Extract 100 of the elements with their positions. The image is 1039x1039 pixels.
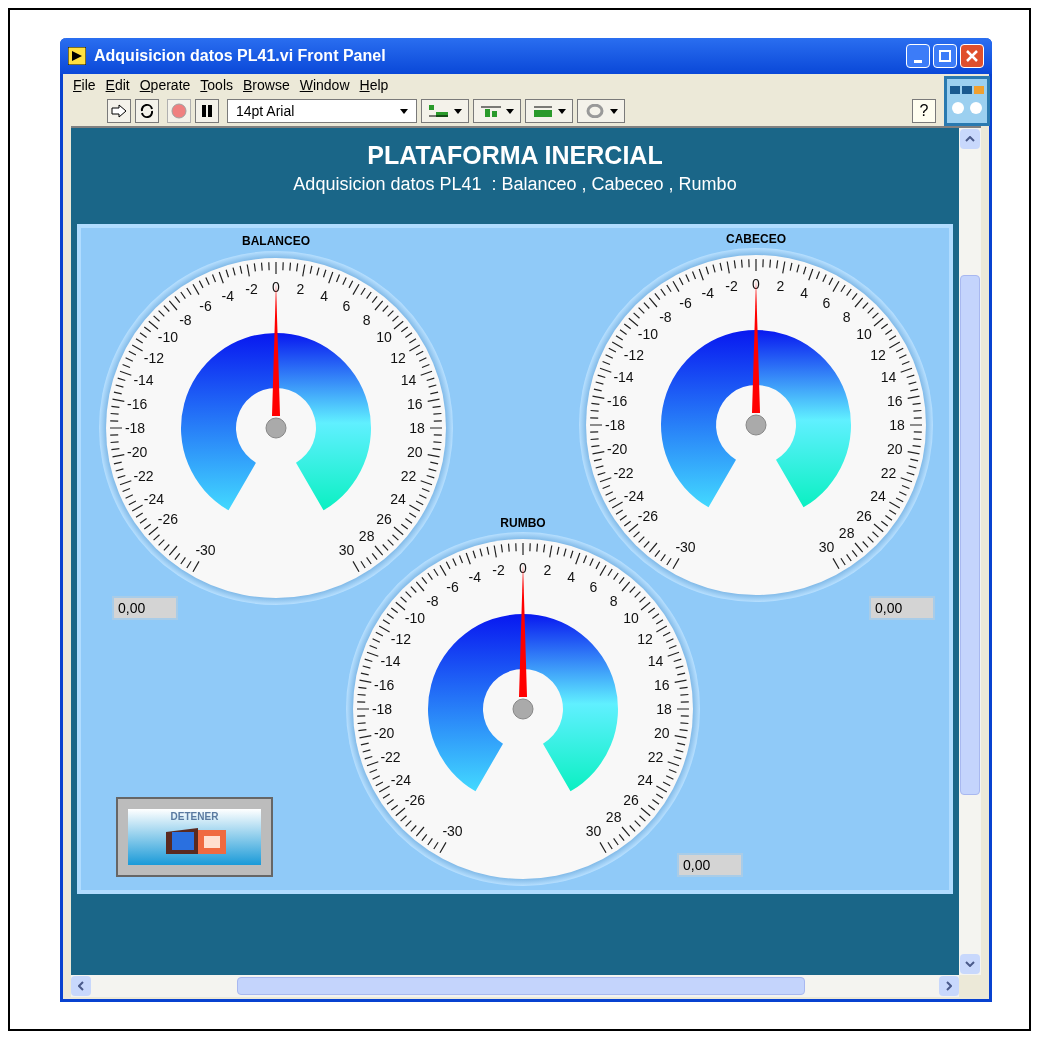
scroll-thumb[interactable] (237, 977, 805, 995)
caret-icon (454, 108, 462, 114)
scale-label: 0 (752, 276, 760, 292)
reorder-button[interactable] (577, 99, 625, 123)
scale-label: 22 (400, 468, 417, 485)
scale-label: -4 (701, 284, 714, 301)
panel-subtitle: Adquisicion datos PL41 : Balanceo , Cabeceo , Rumbo (293, 173, 737, 197)
caret-icon (610, 108, 618, 114)
scale-label: -14 (380, 652, 401, 669)
scale-label: -18 (124, 420, 146, 436)
run-continuously-button[interactable] (135, 99, 159, 123)
scale-label: -16 (127, 395, 148, 412)
scroll-thumb[interactable] (960, 275, 980, 795)
scale-label: -2 (492, 562, 505, 579)
arrow-icon (111, 104, 127, 118)
numeric-display[interactable]: 0,00 (112, 596, 178, 620)
panel-title: PLATAFORMA INERCIAL (367, 140, 663, 171)
scale-label: 12 (870, 346, 886, 363)
gauge-label: RUMBO (500, 516, 546, 530)
minimize-button[interactable] (906, 44, 930, 68)
scale-label: -14 (613, 368, 634, 385)
close-button[interactable] (960, 44, 984, 68)
stop-button[interactable]: DETENER (116, 797, 273, 877)
scale-label: 22 (880, 465, 897, 482)
scale-label: -8 (426, 593, 439, 609)
scale-label: -4 (221, 287, 234, 304)
scale-label: -26 (404, 791, 426, 808)
scale-label: 16 (407, 395, 423, 412)
vertical-scrollbar[interactable] (959, 128, 981, 975)
scale-label: -10 (637, 326, 659, 343)
scale-label: -30 (442, 823, 463, 840)
scale-label: 24 (390, 490, 406, 507)
scale-label: 2 (296, 281, 305, 298)
scale-label: -26 (637, 507, 659, 524)
scale-label: -20 (127, 444, 148, 461)
scale-label: 0 (519, 560, 527, 576)
scale-label: 24 (870, 487, 886, 504)
scale-label: 28 (838, 525, 855, 541)
scale-label: 28 (605, 809, 622, 825)
resize-objects-button[interactable] (525, 99, 573, 123)
scale-label: 26 (623, 791, 639, 808)
scale-label: -8 (659, 309, 672, 325)
scale-label: -10 (404, 610, 426, 627)
pause-icon (201, 105, 213, 117)
help-button[interactable]: ? (912, 99, 936, 123)
numeric-display[interactable]: 0,00 (677, 853, 743, 877)
scale-label: -30 (195, 542, 216, 559)
menu-item[interactable]: Help (359, 74, 389, 96)
scale-label: 10 (856, 326, 872, 343)
scale-label: 6 (342, 297, 351, 314)
scale-label: 18 (409, 420, 425, 436)
distribute-icon (480, 104, 502, 118)
scale-label: 20 (887, 441, 903, 458)
scale-label: 6 (822, 294, 831, 311)
scale-label: -22 (380, 749, 401, 766)
menu-item[interactable]: File (73, 74, 96, 96)
menu-item[interactable]: Window (299, 74, 350, 96)
scale-label: -22 (613, 465, 634, 482)
caret-icon (558, 108, 566, 114)
scale-label: 2 (543, 562, 552, 579)
scale-label: 8 (842, 309, 851, 325)
needle-pivot (265, 417, 287, 439)
menu-item[interactable]: Operate (139, 74, 191, 96)
gauge-label: BALANCEO (242, 234, 310, 248)
align-objects-button[interactable] (421, 99, 469, 123)
vi-icon (944, 76, 990, 126)
scale-label: -18 (371, 701, 393, 717)
scale-label: -2 (725, 278, 738, 295)
scale-label: 8 (609, 593, 618, 609)
scale-label: 30 (338, 542, 355, 559)
scale-label: -12 (143, 349, 164, 366)
maximize-button[interactable] (933, 44, 957, 68)
menu-item[interactable]: Tools (200, 74, 233, 96)
scale-label: 20 (407, 444, 423, 461)
caret-icon (400, 108, 408, 114)
distribute-objects-button[interactable] (473, 99, 521, 123)
scale-label: -2 (245, 281, 258, 298)
menu-item[interactable]: Edit (105, 74, 130, 96)
numeric-display[interactable]: 0,00 (869, 596, 935, 620)
scale-label: -6 (199, 297, 212, 314)
scale-label: 6 (589, 578, 598, 595)
scale-label: 28 (358, 528, 375, 544)
scale-label: 18 (656, 701, 672, 717)
menu-item[interactable]: Browse (243, 74, 290, 96)
run-button[interactable] (107, 99, 131, 123)
stop-label: DETENER (170, 810, 219, 824)
scale-label: 14 (880, 368, 897, 385)
font-dropdown[interactable]: 14pt Arial (227, 99, 417, 123)
scale-label: 14 (400, 371, 417, 388)
scale-label: -18 (604, 417, 626, 433)
scale-label: -30 (675, 539, 696, 556)
scale-label: 4 (800, 284, 809, 301)
window-title: Adquisicion datos PL41.vi Front Panel (94, 46, 386, 66)
scale-label: 22 (647, 749, 664, 766)
pause-button[interactable] (195, 99, 219, 123)
scale-label: -12 (390, 630, 411, 647)
scale-label: 26 (856, 507, 872, 524)
scale-label: -26 (157, 510, 179, 527)
scale-label: -24 (143, 490, 164, 507)
horizontal-scrollbar[interactable] (71, 975, 959, 997)
